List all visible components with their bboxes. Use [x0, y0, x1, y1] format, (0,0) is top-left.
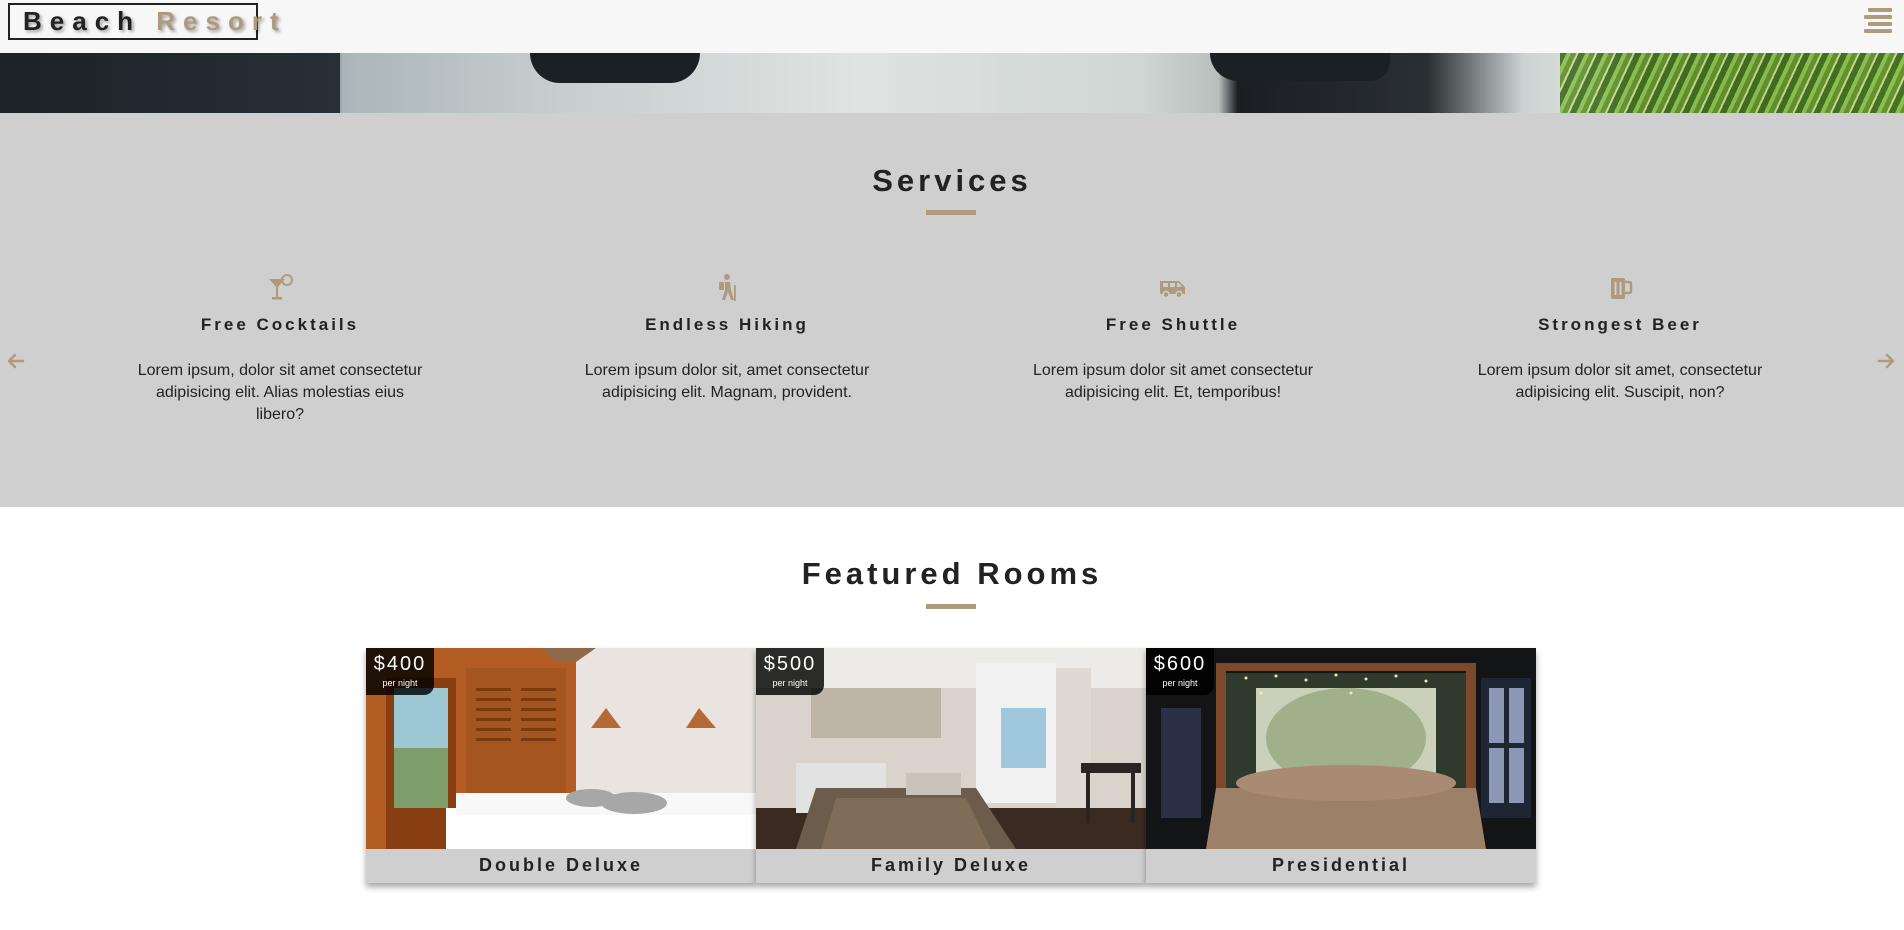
- service-free-cocktails: Free Cocktails Lorem ipsum, dolor sit am…: [135, 273, 425, 426]
- price-per-night: per night: [382, 678, 418, 688]
- logo-word-beach: Beach: [23, 6, 142, 36]
- price-amount: $400: [373, 653, 427, 675]
- room-name[interactable]: Family Deluxe: [756, 849, 1146, 883]
- price-amount: $500: [763, 653, 817, 675]
- cocktail-icon: [269, 274, 293, 300]
- services-title-underline: [926, 210, 976, 215]
- service-title: Free Shuttle: [1105, 315, 1241, 334]
- service-text: Lorem ipsum dolor sit amet, consectetur …: [1477, 362, 1763, 401]
- room-name[interactable]: Presidential: [1146, 849, 1536, 883]
- shuttle-van-icon: [1160, 281, 1185, 299]
- featured-title-underline: [926, 604, 976, 609]
- service-title: Free Cocktails: [200, 315, 360, 334]
- price-per-night: per night: [772, 678, 808, 688]
- service-strongest-beer: Strongest Beer Lorem ipsum dolor sit ame…: [1475, 273, 1765, 404]
- room-card[interactable]: $400 per night Double Deluxe: [366, 648, 756, 883]
- price-badge: $400 per night: [366, 648, 434, 695]
- featured-rooms-title: Featured Rooms: [801, 556, 1103, 591]
- service-free-shuttle: Free Shuttle Lorem ipsum dolor sit amet …: [1028, 273, 1318, 404]
- service-title: Strongest Beer: [1538, 315, 1702, 334]
- price-badge: $500 per night: [756, 648, 824, 695]
- service-endless-hiking: Endless Hiking Lorem ipsum dolor sit, am…: [582, 273, 872, 404]
- room-card[interactable]: $600 per night Presidential: [1146, 648, 1536, 883]
- arrow-left-icon[interactable]: [6, 351, 26, 371]
- logo-word-resort: Resort: [156, 6, 287, 36]
- room-name[interactable]: Double Deluxe: [366, 849, 756, 883]
- navbar: Beach Resort: [0, 0, 1904, 53]
- room-card[interactable]: $500 per night Family Deluxe: [756, 648, 1146, 883]
- service-text: Lorem ipsum dolor sit, amet consectetur …: [584, 362, 870, 401]
- price-badge: $600 per night: [1146, 648, 1214, 695]
- services-section: Services Free Cocktails Lorem ipsum, dol…: [0, 113, 1904, 507]
- service-title: Endless Hiking: [645, 315, 809, 334]
- hiking-icon: [719, 274, 736, 301]
- menu-lines-icon[interactable]: [1862, 6, 1892, 34]
- service-text: Lorem ipsum, dolor sit amet consectetur …: [137, 362, 423, 423]
- services-title: Services: [872, 163, 1032, 198]
- arrow-right-icon[interactable]: [1876, 351, 1896, 371]
- price-per-night: per night: [1162, 678, 1198, 688]
- price-amount: $600: [1153, 653, 1207, 675]
- logo[interactable]: Beach Resort: [8, 3, 279, 40]
- featured-rooms-list: $400 per night Double Deluxe $500 per ni…: [366, 648, 1537, 883]
- service-text: Lorem ipsum dolor sit amet consectetur a…: [1032, 362, 1314, 401]
- beer-mug-icon: [1611, 278, 1633, 299]
- hero-image: [0, 53, 1904, 113]
